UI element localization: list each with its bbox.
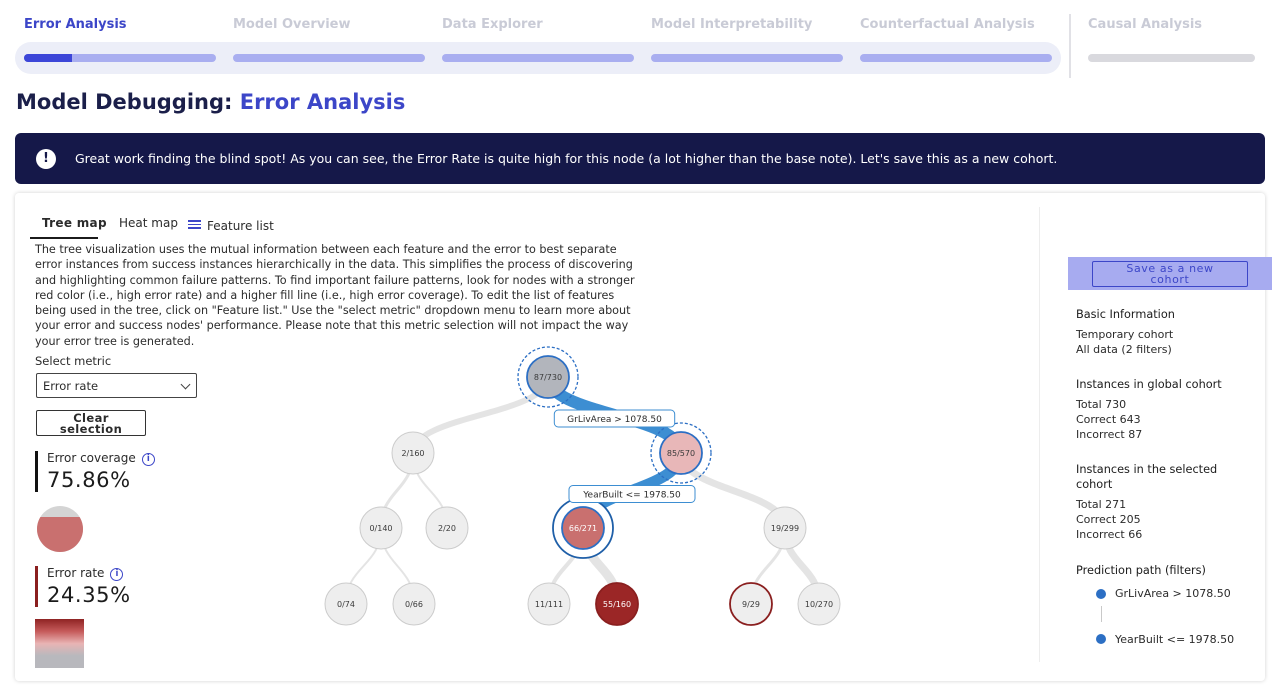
node-label: 19/299 [771,524,799,533]
edge-label-text: GrLivArea > 1078.50 [567,415,662,425]
tree-node[interactable]: 0/74 [324,582,368,626]
tree-node[interactable]: 2/20 [425,506,469,550]
error-tree: 87/730 2/160 85/570 0/140 2/20 66/271 19/299 0/… [324,346,841,626]
step-progress-model-overview [233,54,425,62]
feature-list-button[interactable]: Feature list [207,219,274,233]
tree-node[interactable]: 0/66 [392,582,436,626]
prediction-filter: GrLivArea > 1078.50 [1115,587,1231,600]
node-label: 0/140 [369,524,392,533]
banner-message: Great work finding the blind spot! As yo… [75,151,1058,166]
step-causal-analysis[interactable]: Causal Analysis [1088,17,1202,32]
basic-info-line: All data (2 filters) [1076,343,1172,356]
node-label: 85/570 [667,449,695,458]
list-icon[interactable] [188,220,201,229]
step-progress-data-explorer [442,54,634,62]
step-progress-error-analysis [24,54,216,62]
basic-info-heading: Basic Information [1076,308,1175,321]
info-icon[interactable]: i [141,453,155,466]
tutorial-banner: ! Great work finding the blind spot! As … [15,133,1265,184]
selected-cohort-total: Total 271 [1076,498,1127,511]
step-error-analysis[interactable]: Error Analysis [24,17,127,32]
node-label: 11/111 [535,600,563,609]
page-title-prefix: Model Debugging: [16,90,233,114]
node-label: 9/29 [742,600,760,609]
step-divider [1069,14,1071,78]
tree-node[interactable]: 0/140 [359,506,403,550]
metric-dropdown-value: Error rate [43,379,99,393]
edge-label-text: YearBuilt <= 1978.50 [582,491,681,501]
step-model-overview[interactable]: Model Overview [233,17,350,32]
progress-fill [24,54,72,62]
page-title: Model Debugging: Error Analysis [16,90,405,114]
step-data-explorer[interactable]: Data Explorer [442,17,543,32]
tree-edge [410,376,551,454]
node-label: 10/270 [805,600,833,609]
node-label: 55/160 [603,600,631,609]
step-navigation: Error Analysis Model Overview Data Explo… [0,0,1280,80]
tab-underline [30,237,98,239]
step-counterfactual-analysis[interactable]: Counterfactual Analysis [860,17,1035,32]
tree-node[interactable]: 19/299 [763,506,807,550]
clear-selection-button[interactable]: Clear selection [36,410,146,436]
error-rate-label-text: Error rate [47,566,105,580]
tree-node[interactable]: 55/160 [595,582,639,626]
tree-node[interactable]: 66/271 [552,497,614,559]
step-progress-counterfactual-analysis [860,54,1052,62]
selected-cohort-correct: Correct 205 [1076,513,1141,526]
global-cohort-incorrect: Incorrect 87 [1076,428,1143,441]
metric-dropdown[interactable]: Error rate [36,373,197,398]
filter-dot-icon [1096,589,1106,599]
alert-icon: ! [36,148,56,169]
tree-node[interactable]: 2/160 [391,431,435,475]
filter-dot-icon [1096,634,1106,644]
node-label: 66/271 [569,524,597,533]
path-connector [1101,606,1102,622]
error-rate-indicator-bar [35,566,38,607]
step-progress-model-interpretability [651,54,843,62]
step-progress-causal-analysis [1088,54,1255,62]
tree-node[interactable]: 11/111 [527,582,571,626]
node-label: 2/160 [401,449,424,458]
selected-cohort-incorrect: Incorrect 66 [1076,528,1143,541]
select-metric-label: Select metric [35,354,112,368]
coverage-legend-circle [37,506,83,552]
tree-node[interactable]: 9/29 [729,582,773,626]
error-coverage-value: 75.86% [47,468,131,492]
save-button-line2: cohort [1150,272,1190,286]
save-cohort-button[interactable]: Save as a new cohort [1092,261,1248,287]
error-rate-legend-gradient [35,619,84,668]
error-coverage-label-text: Error coverage [47,451,136,465]
step-model-interpretability[interactable]: Model Interpretability [651,17,812,32]
panel-divider [1039,207,1040,662]
edge-condition-label: YearBuilt <= 1978.50 [568,485,696,503]
error-coverage-label: Error coverage i [47,451,155,466]
chevron-down-icon [180,379,191,390]
error-rate-label: Error rate i [47,566,124,581]
tab-tree-map[interactable]: Tree map [42,216,107,230]
error-rate-value: 24.35% [47,583,131,607]
clear-button-line2: selection [59,421,123,436]
node-label: 0/74 [337,600,355,609]
save-cohort-highlight: Save as a new cohort [1068,257,1272,290]
node-label: 2/20 [438,524,456,533]
node-label: 87/730 [534,373,562,382]
tree-description: The tree visualization uses the mutual i… [35,243,635,348]
edge-condition-label: GrLivArea > 1078.50 [553,409,676,428]
global-cohort-heading: Instances in global cohort [1076,378,1222,391]
page-title-accent: Error Analysis [239,90,406,114]
prediction-path-heading: Prediction path (filters) [1076,564,1206,577]
selected-cohort-heading: Instances in the selected [1076,463,1218,476]
coverage-fill [37,517,83,552]
basic-info-line: Temporary cohort [1076,328,1174,341]
tab-heat-map[interactable]: Heat map [119,216,178,230]
coverage-indicator-bar [35,451,38,492]
global-cohort-total: Total 730 [1076,398,1127,411]
info-icon[interactable]: i [110,568,124,581]
global-cohort-correct: Correct 643 [1076,413,1141,426]
node-label: 0/66 [405,600,423,609]
prediction-filter: YearBuilt <= 1978.50 [1115,633,1235,646]
selected-cohort-heading-cont: cohort [1076,478,1113,491]
tree-node[interactable]: 10/270 [797,582,841,626]
